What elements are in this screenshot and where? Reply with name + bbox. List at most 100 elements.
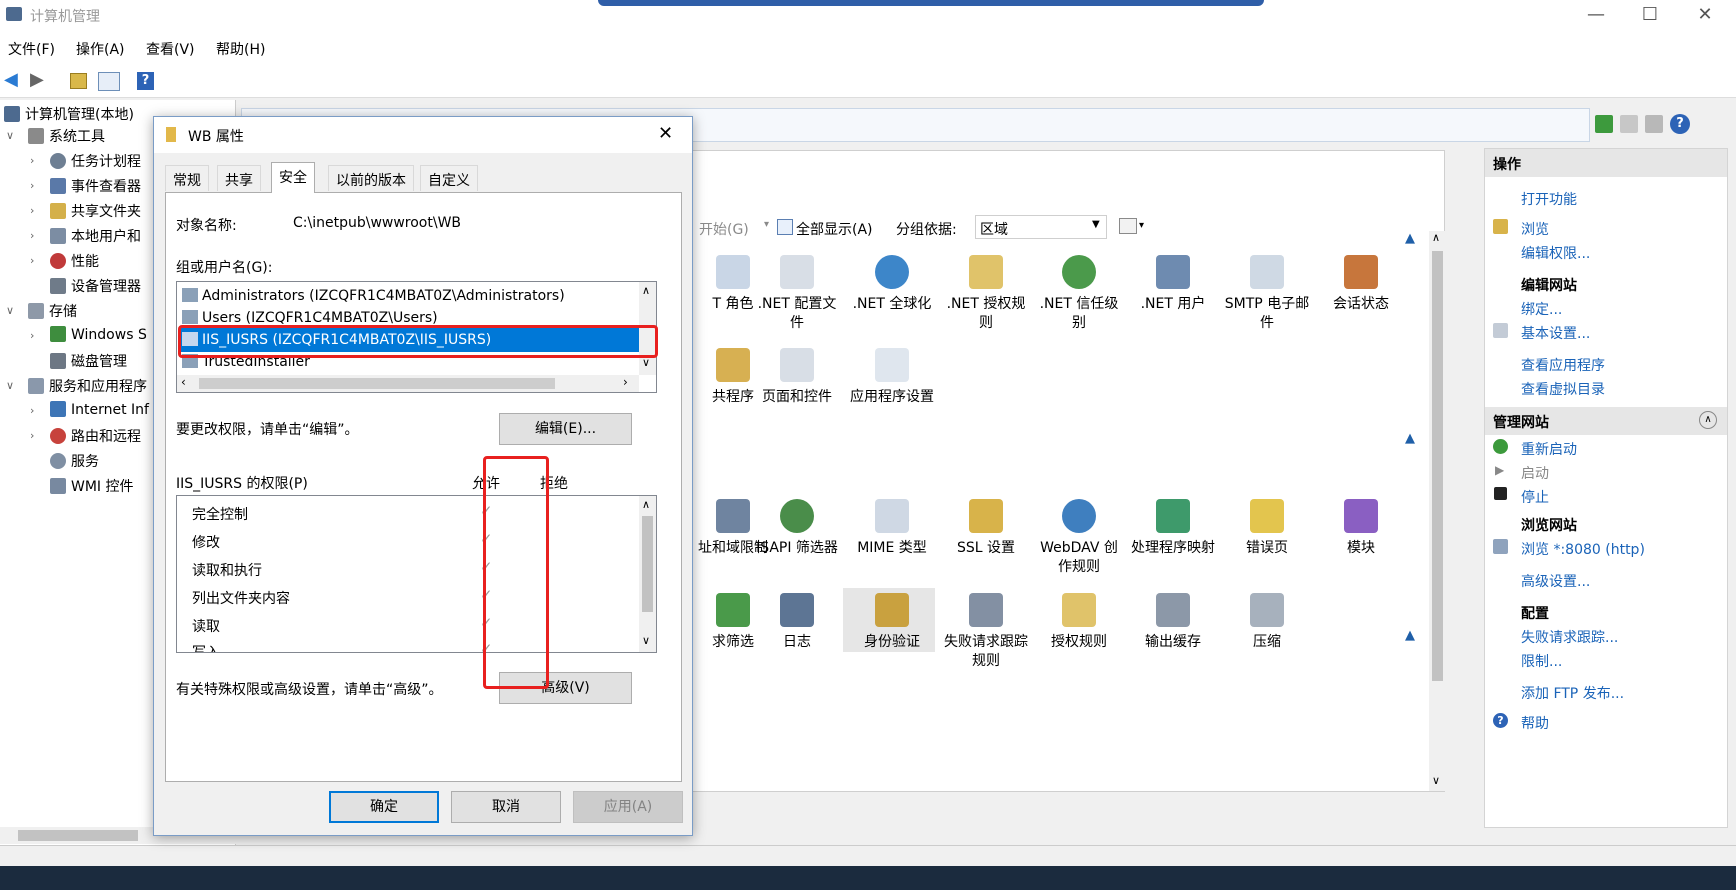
- tree-item-iis[interactable]: Internet Inf: [50, 401, 149, 425]
- refresh-icon[interactable]: [1595, 115, 1613, 133]
- tab-general[interactable]: 常规: [165, 165, 209, 191]
- tree-item-windows-backup[interactable]: Windows S: [50, 326, 147, 350]
- expand-chevron-icon[interactable]: ›: [30, 179, 34, 192]
- feature-isapi-filters[interactable]: ISAPI 筛选器: [753, 499, 841, 558]
- expand-chevron-icon[interactable]: ›: [30, 429, 34, 442]
- feature-app-settings[interactable]: 应用程序设置: [848, 348, 936, 407]
- group-by-select[interactable]: 区域 ▼: [975, 215, 1107, 239]
- feature-net-users[interactable]: .NET 用户: [1129, 255, 1217, 314]
- feature-mime-types[interactable]: MIME 类型: [848, 499, 936, 558]
- tab-security[interactable]: 安全: [271, 162, 315, 193]
- scroll-left-icon[interactable]: ‹: [181, 375, 186, 389]
- tree-item-services[interactable]: 服务: [50, 451, 99, 475]
- tree-item-task-scheduler[interactable]: 任务计划程: [50, 151, 141, 175]
- feature-error-pages[interactable]: 错误页: [1223, 499, 1311, 558]
- scrollbar-thumb[interactable]: [199, 378, 555, 389]
- help-link[interactable]: 帮助: [1521, 713, 1549, 733]
- feature-net-globalization[interactable]: .NET 全球化: [848, 255, 936, 314]
- tree-item-performance[interactable]: 性能: [50, 251, 99, 275]
- scroll-up-icon[interactable]: ∧: [642, 284, 650, 297]
- feature-net-profile[interactable]: .NET 配置文件: [753, 255, 841, 333]
- feature-failed-request-tracing[interactable]: 失败请求跟踪规则: [942, 593, 1030, 671]
- view-virtual-dirs-link[interactable]: 查看虚拟目录: [1521, 379, 1605, 399]
- collapse-group-icon[interactable]: ▲: [1405, 231, 1415, 246]
- view-applications-link[interactable]: 查看应用程序: [1521, 355, 1605, 375]
- tab-customize[interactable]: 自定义: [420, 165, 478, 191]
- expand-chevron-icon[interactable]: ›: [30, 329, 34, 342]
- feature-authorization[interactable]: 授权规则: [1035, 593, 1123, 652]
- menu-file[interactable]: 文件(F): [8, 39, 55, 59]
- stop-link[interactable]: 停止: [1521, 487, 1549, 507]
- up-folder-icon[interactable]: [70, 73, 87, 89]
- tree-item-disk-management[interactable]: 磁盘管理: [50, 351, 127, 375]
- tree-root[interactable]: 计算机管理(本地): [4, 104, 134, 128]
- feature-handler-mappings[interactable]: 处理程序映射: [1129, 499, 1217, 558]
- scroll-right-icon[interactable]: ›: [623, 375, 628, 389]
- feature-compression[interactable]: 压缩: [1223, 593, 1311, 652]
- collapse-group-icon[interactable]: ▲: [1405, 628, 1415, 643]
- tree-item-shared-folders[interactable]: 共享文件夹: [50, 201, 141, 225]
- expand-chevron-icon[interactable]: ∨: [6, 304, 14, 317]
- tree-item-services-apps[interactable]: 服务和应用程序: [28, 376, 147, 400]
- tree-item-local-users[interactable]: 本地用户和: [50, 226, 141, 250]
- scroll-up-icon[interactable]: ∧: [1432, 231, 1440, 244]
- tree-item-event-viewer[interactable]: 事件查看器: [50, 176, 141, 200]
- feature-output-cache[interactable]: 输出缓存: [1129, 593, 1217, 652]
- show-hide-tree-icon[interactable]: [98, 72, 120, 91]
- feature-net-trust[interactable]: .NET 信任级别: [1035, 255, 1123, 333]
- cancel-button[interactable]: 取消: [451, 791, 561, 823]
- groups-horizontal-scrollbar[interactable]: ‹ ›: [177, 375, 639, 392]
- edit-permissions-link[interactable]: 编辑权限...: [1521, 243, 1590, 263]
- feature-authentication[interactable]: 身份验证: [848, 593, 936, 652]
- tab-previous-versions[interactable]: 以前的版本: [328, 165, 414, 191]
- tree-item-storage[interactable]: 存储: [28, 301, 77, 325]
- failed-request-tracing-link[interactable]: 失败请求跟踪...: [1521, 627, 1618, 647]
- group-item[interactable]: Administrators (IZCQFR1C4MBAT0Z\Administ…: [182, 284, 565, 308]
- apply-button[interactable]: 应用(A): [573, 791, 683, 823]
- start-link[interactable]: 启动: [1521, 463, 1549, 483]
- dialog-close-button[interactable]: ✕: [658, 123, 673, 144]
- scrollbar-thumb[interactable]: [1432, 251, 1443, 681]
- start-filter-button[interactable]: 开始(G): [699, 219, 749, 239]
- menu-help[interactable]: 帮助(H): [216, 39, 265, 59]
- feature-webdav[interactable]: WebDAV 创作规则: [1035, 499, 1123, 577]
- tree-item-routing[interactable]: 路由和远程: [50, 426, 141, 450]
- restart-link[interactable]: 重新启动: [1521, 439, 1577, 459]
- tree-item-system-tools[interactable]: 系统工具: [28, 126, 105, 150]
- ok-button[interactable]: 确定: [329, 791, 439, 823]
- edit-button[interactable]: 编辑(E)...: [499, 413, 632, 445]
- collapse-section-icon[interactable]: ∧: [1699, 411, 1717, 429]
- view-mode-icon[interactable]: [1119, 218, 1137, 234]
- back-arrow-icon[interactable]: ◀: [4, 71, 18, 89]
- bindings-link[interactable]: 绑定...: [1521, 299, 1562, 319]
- browse-8080-link[interactable]: 浏览 *:8080 (http): [1521, 539, 1645, 559]
- close-window-button[interactable]: ✕: [1676, 0, 1734, 31]
- browse-link[interactable]: 浏览: [1521, 219, 1549, 239]
- feature-pages-controls[interactable]: 页面和控件: [753, 348, 841, 407]
- permissions-scrollbar[interactable]: ∧ ∨: [639, 496, 656, 652]
- scroll-down-icon[interactable]: ∨: [642, 634, 650, 647]
- expand-chevron-icon[interactable]: ›: [30, 154, 34, 167]
- menu-action[interactable]: 操作(A): [76, 39, 125, 59]
- limits-link[interactable]: 限制...: [1521, 651, 1562, 671]
- scroll-up-icon[interactable]: ∧: [642, 498, 650, 511]
- show-all-button[interactable]: 全部显示(A): [796, 219, 873, 239]
- basic-settings-link[interactable]: 基本设置...: [1521, 323, 1590, 343]
- feature-logging[interactable]: 日志: [753, 593, 841, 652]
- stop-icon[interactable]: [1620, 115, 1638, 133]
- forward-arrow-icon[interactable]: ▶: [30, 71, 44, 89]
- feature-net-authz[interactable]: .NET 授权规则: [942, 255, 1030, 333]
- feature-ssl[interactable]: SSL 设置: [942, 499, 1030, 558]
- tree-item-device-manager[interactable]: 设备管理器: [50, 276, 141, 300]
- help-icon[interactable]: ?: [1670, 114, 1690, 134]
- add-ftp-link[interactable]: 添加 FTP 发布...: [1521, 683, 1624, 703]
- expand-chevron-icon[interactable]: ∨: [6, 129, 14, 142]
- menu-view[interactable]: 查看(V): [146, 39, 195, 59]
- collapse-group-icon[interactable]: ▲: [1405, 431, 1415, 446]
- expand-chevron-icon[interactable]: ›: [30, 229, 34, 242]
- tab-sharing[interactable]: 共享: [217, 165, 261, 191]
- expand-chevron-icon[interactable]: ›: [30, 204, 34, 217]
- tree-item-wmi[interactable]: WMI 控件: [50, 476, 134, 500]
- help-icon[interactable]: ?: [137, 72, 154, 90]
- feature-session[interactable]: 会话状态: [1317, 255, 1405, 314]
